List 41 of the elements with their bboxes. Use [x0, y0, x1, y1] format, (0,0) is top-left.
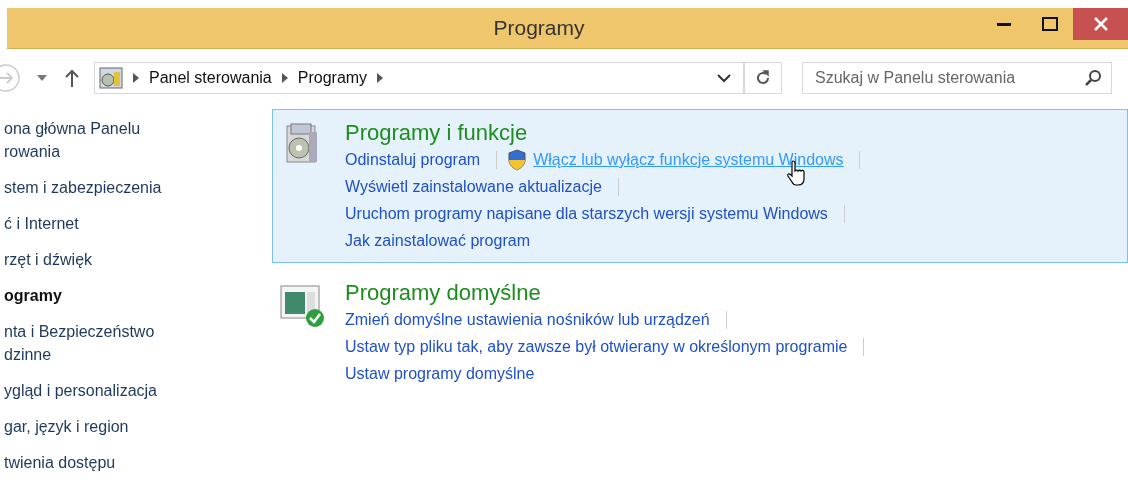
dropdown-icon[interactable]	[717, 73, 731, 83]
chevron-icon	[133, 73, 139, 83]
task-link[interactable]: Wyświetl zainstalowane aktualizacje	[345, 177, 602, 196]
task-link[interactable]: Zmień domyślne ustawienia nośników lub urządzeń	[345, 310, 710, 329]
sidebar-item[interactable]: twienia dostępu	[4, 451, 116, 474]
window-check-icon	[279, 282, 325, 328]
search-icon[interactable]	[1084, 69, 1102, 87]
task-link[interactable]: Ustaw programy domyślne	[345, 364, 535, 383]
control-panel-icon	[99, 66, 123, 90]
up-button[interactable]	[64, 68, 80, 88]
history-dropdown[interactable]	[36, 74, 48, 82]
category-panel[interactable]: Programy domyślne Zmień domyślne ustawienia nośników lub urządzeń Ustaw typ pliku tak, aby zawsze był otwierany w określonym programie Ustaw programy domyślne	[272, 269, 1128, 396]
breadcrumb[interactable]: Panel sterowania	[149, 69, 272, 87]
category-title[interactable]: Programy domyślne	[345, 280, 541, 306]
sidebar-item[interactable]: stem i zabezpieczenia	[4, 176, 162, 199]
task-link[interactable]: Ustaw typ pliku tak, aby zawsze był otwierany w określonym programie	[345, 337, 848, 356]
search-field[interactable]: Szukaj w Panelu sterowania	[802, 62, 1112, 94]
window-title: Programy	[492, 16, 586, 40]
sidebar-item[interactable]: ogramy	[4, 284, 62, 307]
chevron-icon	[281, 73, 288, 83]
chevron-icon	[377, 73, 384, 83]
task-link[interactable]: Uruchom programy napisane dla starszych wersji systemu Windows	[345, 204, 828, 223]
minimize-icon	[997, 22, 1011, 26]
category-title[interactable]: Programy i funkcje	[345, 120, 528, 146]
breadcrumb[interactable]: Programy	[297, 69, 368, 87]
sidebar-item[interactable]: nta i Bezpieczeństwo dzinne	[4, 320, 155, 366]
sidebar-item[interactable]: ona główna Panelu rowania	[4, 117, 141, 163]
sidebar-item[interactable]: ygląd i personalizacja	[4, 379, 157, 402]
refresh-button[interactable]	[744, 62, 782, 94]
address-bar[interactable]: Panel sterowania Programy	[94, 62, 744, 94]
close-button[interactable]	[1073, 8, 1128, 40]
sidebar-item[interactable]: ć i Internet	[4, 212, 79, 235]
close-icon	[1093, 17, 1108, 31]
maximize-icon	[1042, 17, 1058, 31]
sidebar-item[interactable]: gar, język i region	[4, 415, 129, 438]
category-panel[interactable]	[272, 109, 1128, 263]
refresh-icon	[754, 69, 772, 87]
sidebar-item[interactable]: rzęt i dźwięk	[4, 248, 93, 271]
task-link[interactable]: Jak zainstalować program	[345, 231, 530, 250]
shield-icon	[507, 148, 528, 171]
task-link[interactable]: Odinstaluj program	[345, 150, 481, 169]
